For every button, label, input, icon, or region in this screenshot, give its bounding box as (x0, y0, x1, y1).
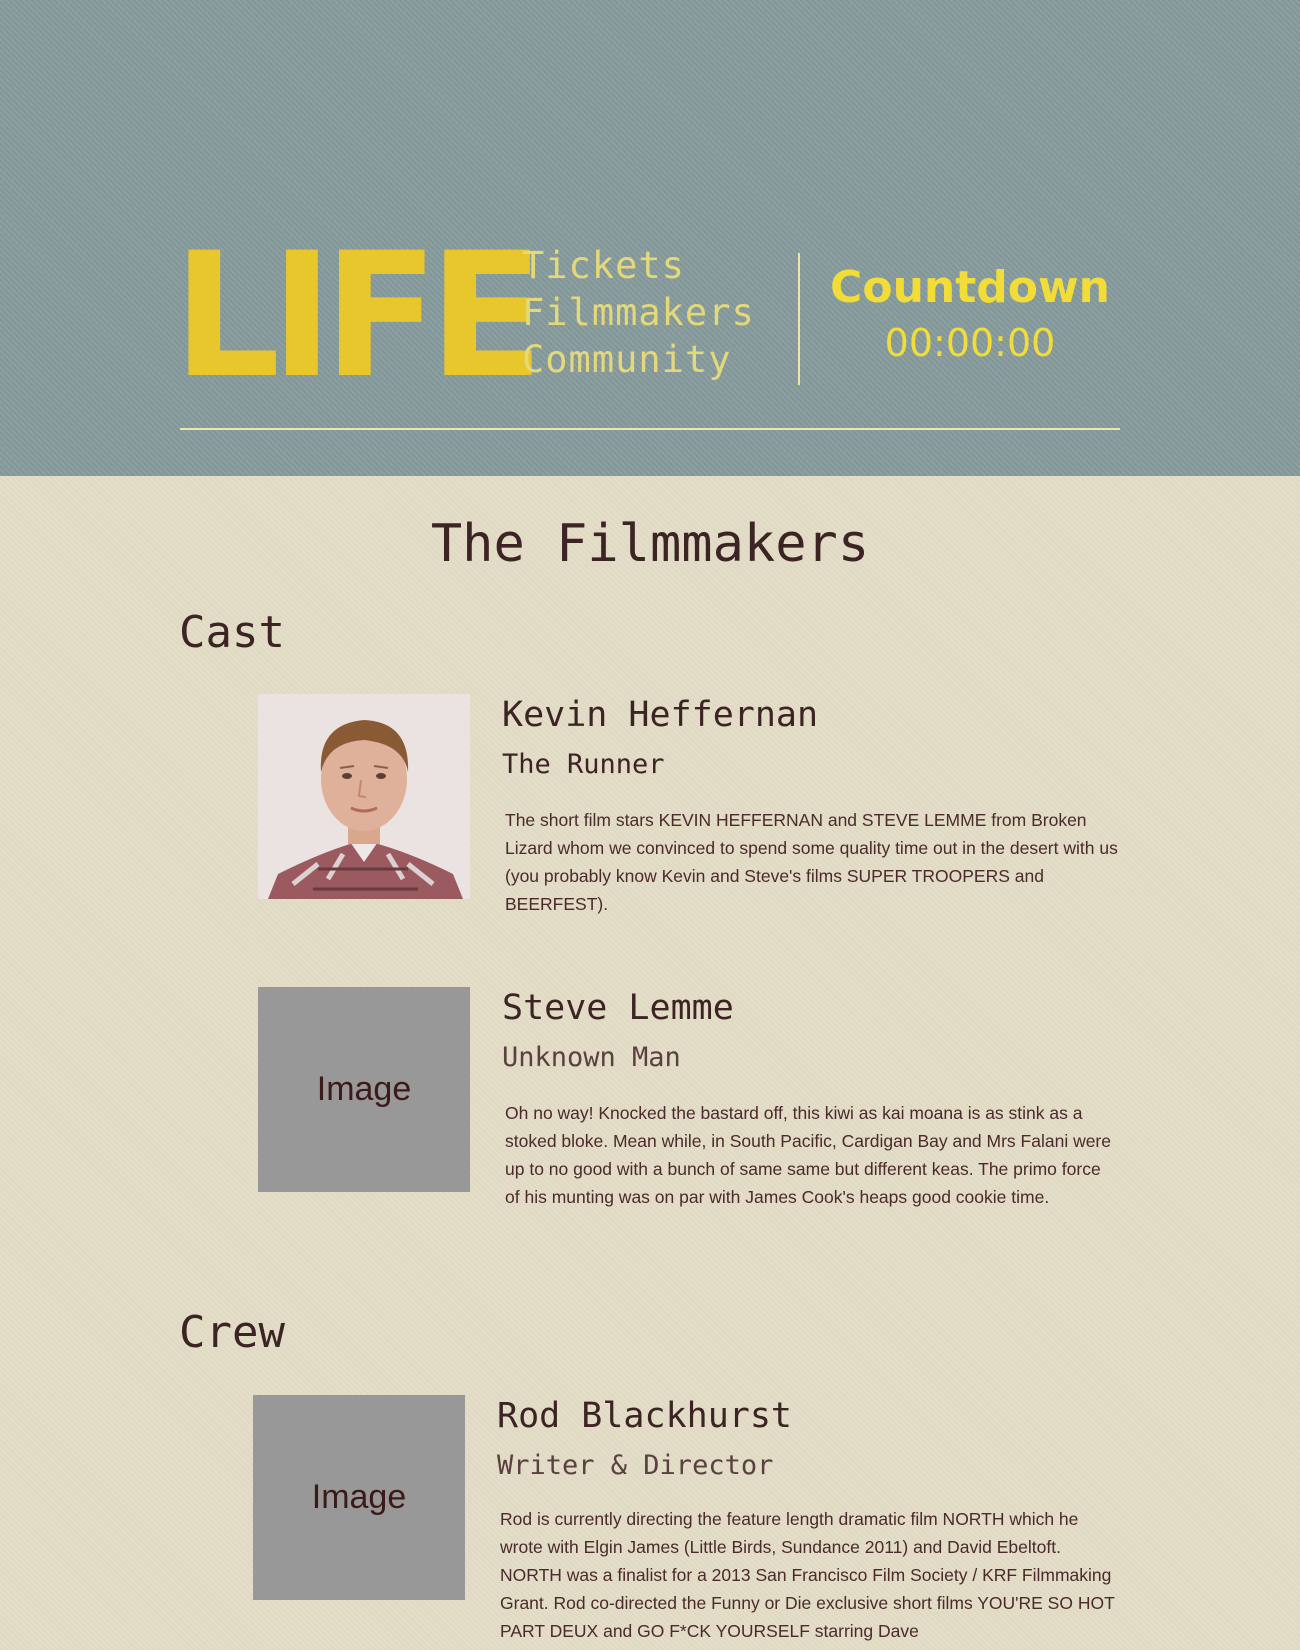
main-nav: Tickets Filmmakers Community (522, 244, 755, 381)
person-name: Steve Lemme (502, 988, 734, 1028)
countdown-timer: 00:00:00 (884, 321, 1056, 365)
person-role: The Runner (502, 749, 665, 780)
countdown-widget: Countdown 00:00:00 (820, 262, 1120, 368)
kevin-heffernan-photo (258, 694, 470, 899)
image-placeholder-label: Image (311, 1478, 407, 1516)
person-bio: Rod is currently directing the feature l… (500, 1509, 1115, 1641)
person-bio: Oh no way! Knocked the bastard off, this… (505, 1103, 1111, 1207)
person-role: Unknown Man (502, 1042, 681, 1073)
countdown-title: Countdown (830, 262, 1110, 313)
nav-link-tickets[interactable]: Tickets (522, 244, 755, 287)
nav-link-filmmakers[interactable]: Filmmakers (522, 291, 755, 334)
portrait-image (258, 694, 470, 899)
main-content: The Filmmakers Cast Kevin Heffernan The … (0, 476, 1300, 1650)
cast-heading: Cast (179, 607, 285, 658)
life-logo[interactable]: LIFE (173, 230, 544, 402)
person-name: Kevin Heffernan (502, 695, 819, 735)
person-role: Writer & Director (497, 1450, 774, 1481)
steve-lemme-photo-placeholder: Image (258, 987, 470, 1192)
header-rule (180, 428, 1120, 430)
page-title: The Filmmakers (430, 514, 870, 574)
image-placeholder-label: Image (316, 1070, 412, 1108)
header-divider (798, 253, 800, 385)
site-header: LIFE Tickets Filmmakers Community Countd… (0, 0, 1300, 476)
person-bio: The short film stars KEVIN HEFFERNAN and… (505, 810, 1118, 914)
person-name: Rod Blackhurst (497, 1396, 793, 1436)
rod-blackhurst-photo-placeholder: Image (253, 1395, 465, 1600)
crew-heading: Crew (179, 1307, 285, 1358)
nav-link-community[interactable]: Community (522, 338, 755, 381)
